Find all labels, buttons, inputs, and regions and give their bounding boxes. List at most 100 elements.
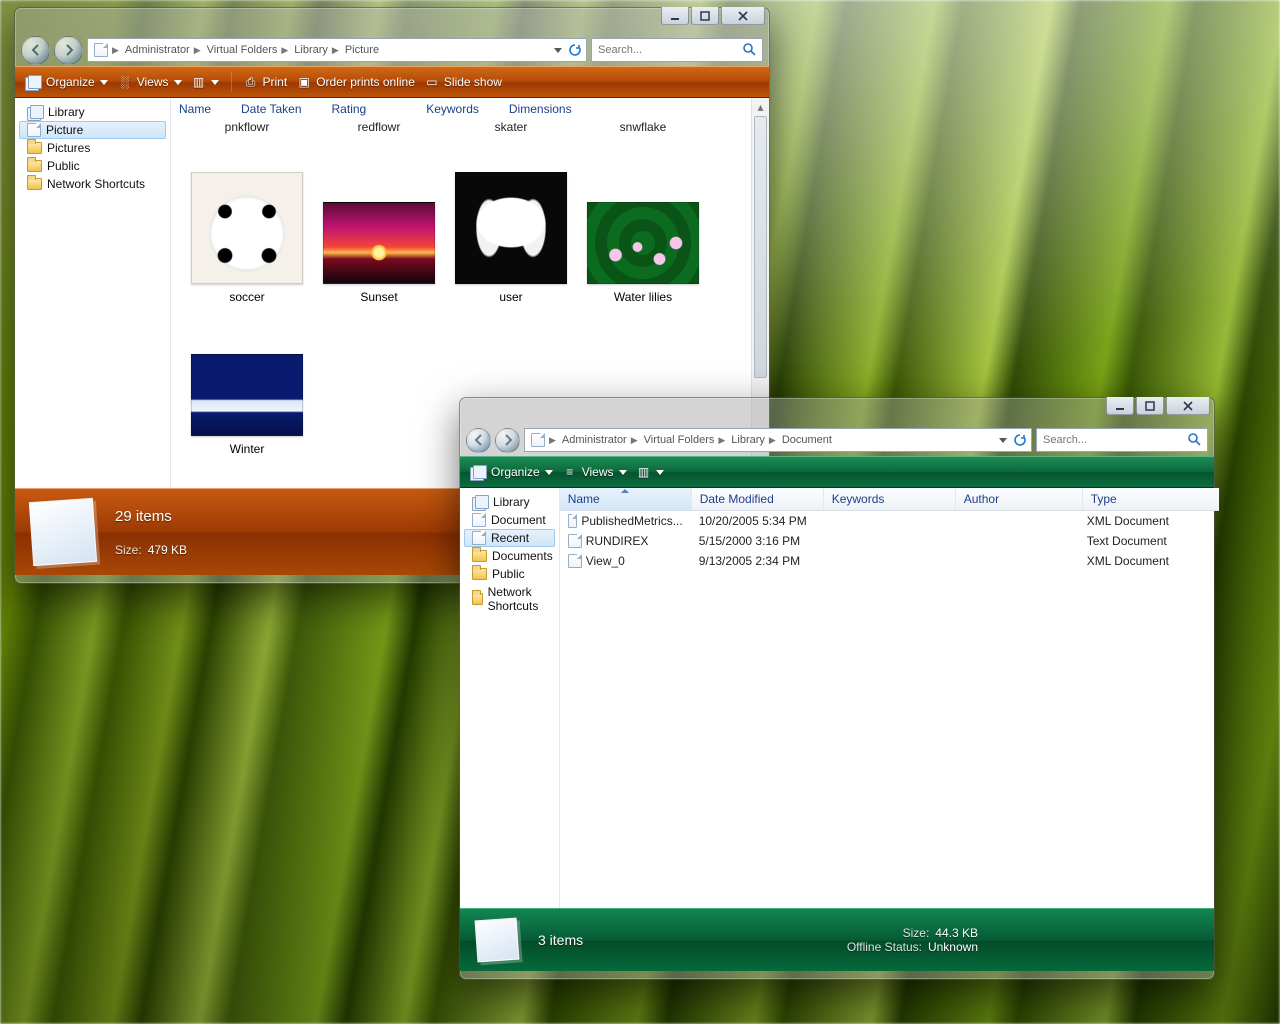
maximize-button[interactable] [691,7,719,25]
command-bar: Organize ░Views ▥ ⎙Print ▣Order prints o… [15,66,769,98]
refresh-icon[interactable] [1013,433,1027,447]
minimize-button[interactable] [1106,397,1134,415]
address-bar[interactable]: ▶ Administrator▶ Virtual Folders▶ Librar… [524,428,1032,452]
refresh-icon[interactable] [568,43,582,57]
items-pane[interactable]: Name Date Modified Keywords Author Type … [560,488,1219,908]
col-dimensions[interactable]: Dimensions [509,102,602,116]
maximize-button[interactable] [1136,397,1164,415]
views-menu[interactable]: ░Views [118,75,182,89]
thumb-item[interactable]: Water lilies [577,172,709,304]
page-icon [27,123,41,137]
breadcrumb[interactable]: Library [725,429,769,451]
thumb-image [191,354,303,436]
thumb-label: user [445,284,577,304]
thumb-label: Winter [181,436,313,456]
stack-icon [472,495,488,509]
column-headers[interactable]: Name Date Modified Keywords Author Type [560,488,1219,511]
breadcrumb[interactable]: Document [776,429,836,451]
col-type[interactable]: Type [1083,488,1219,510]
col-keywords[interactable]: Keywords [824,488,956,510]
column-headers[interactable]: Name Date Taken Rating Keywords Dimensio… [171,98,769,120]
col-name[interactable]: Name [179,102,241,116]
col-datemodified[interactable]: Date Modified [692,488,824,510]
thumb-label: Water lilies [577,284,709,304]
tree-item-picture[interactable]: Picture [19,121,166,139]
breadcrumb[interactable]: Library [288,39,332,61]
details-pane: 3 items Size:44.3 KB Offline Status:Unkn… [460,908,1214,971]
forward-button[interactable] [54,36,83,65]
file-name: PublishedMetrics... [581,514,682,528]
file-icon [568,514,578,528]
thumb-label[interactable]: redflowr [313,118,445,134]
file-type: XML Document [1079,512,1215,530]
thumb-item[interactable]: Winter [181,354,313,456]
folder-icon [27,160,42,172]
organize-menu[interactable]: Organize [25,75,108,89]
scroll-up-icon[interactable]: ▴ [752,98,769,115]
address-bar[interactable]: ▶ Administrator▶ Virtual Folders▶ Librar… [87,38,587,62]
col-datetaken[interactable]: Date Taken [241,102,332,116]
print-button[interactable]: ⎙Print [244,75,288,89]
stack-icon [27,105,43,119]
col-keywords[interactable]: Keywords [396,102,509,116]
tree-item-library[interactable]: Library [460,493,559,511]
tree-item-library[interactable]: Library [15,103,170,121]
chevron-down-icon[interactable] [554,48,562,53]
col-name[interactable]: Name [560,488,692,510]
titlebar[interactable] [15,8,769,34]
tree-item-pictures[interactable]: Pictures [15,139,170,157]
file-name: View_0 [586,554,625,568]
print-icon: ⎙ [244,75,258,89]
views-menu[interactable]: ≡Views [563,465,627,479]
chevron-down-icon[interactable] [999,438,1007,443]
tree-item-document[interactable]: Document [460,511,559,529]
tree-item-documents[interactable]: Documents [460,547,559,565]
tree-item-recent[interactable]: Recent [464,529,555,547]
breadcrumb[interactable]: Picture [339,39,383,61]
list-row[interactable]: PublishedMetrics... 10/20/2005 5:34 PM X… [560,511,1219,531]
file-date: 10/20/2005 5:34 PM [691,512,822,530]
thumb-label[interactable]: snwflake [577,118,709,134]
search-input[interactable] [591,38,763,62]
back-button[interactable] [466,428,491,453]
list-row[interactable]: RUNDIREX 5/15/2000 3:16 PM Text Document [560,531,1219,551]
col-rating[interactable]: Rating [332,102,397,116]
col-author[interactable]: Author [956,488,1083,510]
thumb-label[interactable]: pnkflowr [181,118,313,134]
close-button[interactable] [1166,397,1210,415]
organize-menu[interactable]: Organize [470,465,553,479]
thumb-item[interactable]: user [445,172,577,304]
close-button[interactable] [721,7,765,25]
scroll-thumb[interactable] [754,116,767,378]
forward-button[interactable] [495,428,520,453]
nav-tree: Library Picture Pictures Public Network … [15,98,171,488]
minimize-button[interactable] [661,7,689,25]
file-date: 9/13/2005 2:34 PM [691,552,822,570]
file-type: XML Document [1079,552,1215,570]
search-icon [742,42,756,59]
tree-item-public[interactable]: Public [460,565,559,583]
file-icon [568,534,582,548]
breadcrumb[interactable]: Virtual Folders [201,39,282,61]
thumb-item[interactable]: soccer [181,172,313,304]
thumb-item[interactable]: Sunset [313,172,445,304]
tree-item-network-shortcuts[interactable]: Network Shortcuts [15,175,170,193]
search-input[interactable] [1036,428,1208,452]
thumb-image [191,172,303,284]
breadcrumb[interactable]: Administrator [556,429,631,451]
breadcrumb[interactable]: Administrator [119,39,194,61]
order-prints-button[interactable]: ▣Order prints online [297,75,415,89]
breadcrumb[interactable]: Virtual Folders [638,429,719,451]
folder-icon [27,178,42,190]
tree-item-network-shortcuts[interactable]: Network Shortcuts [460,583,559,615]
layout-menu[interactable]: ▥ [192,75,219,89]
tree-item-public[interactable]: Public [15,157,170,175]
slideshow-button[interactable]: ▭Slide show [425,75,502,89]
page-icon [531,433,545,447]
titlebar[interactable] [460,398,1214,424]
list-row[interactable]: View_0 9/13/2005 2:34 PM XML Document [560,551,1219,571]
back-button[interactable] [21,36,50,65]
slideshow-icon: ▭ [425,75,439,89]
thumb-label[interactable]: skater [445,118,577,134]
layout-menu[interactable]: ▥ [637,465,664,479]
